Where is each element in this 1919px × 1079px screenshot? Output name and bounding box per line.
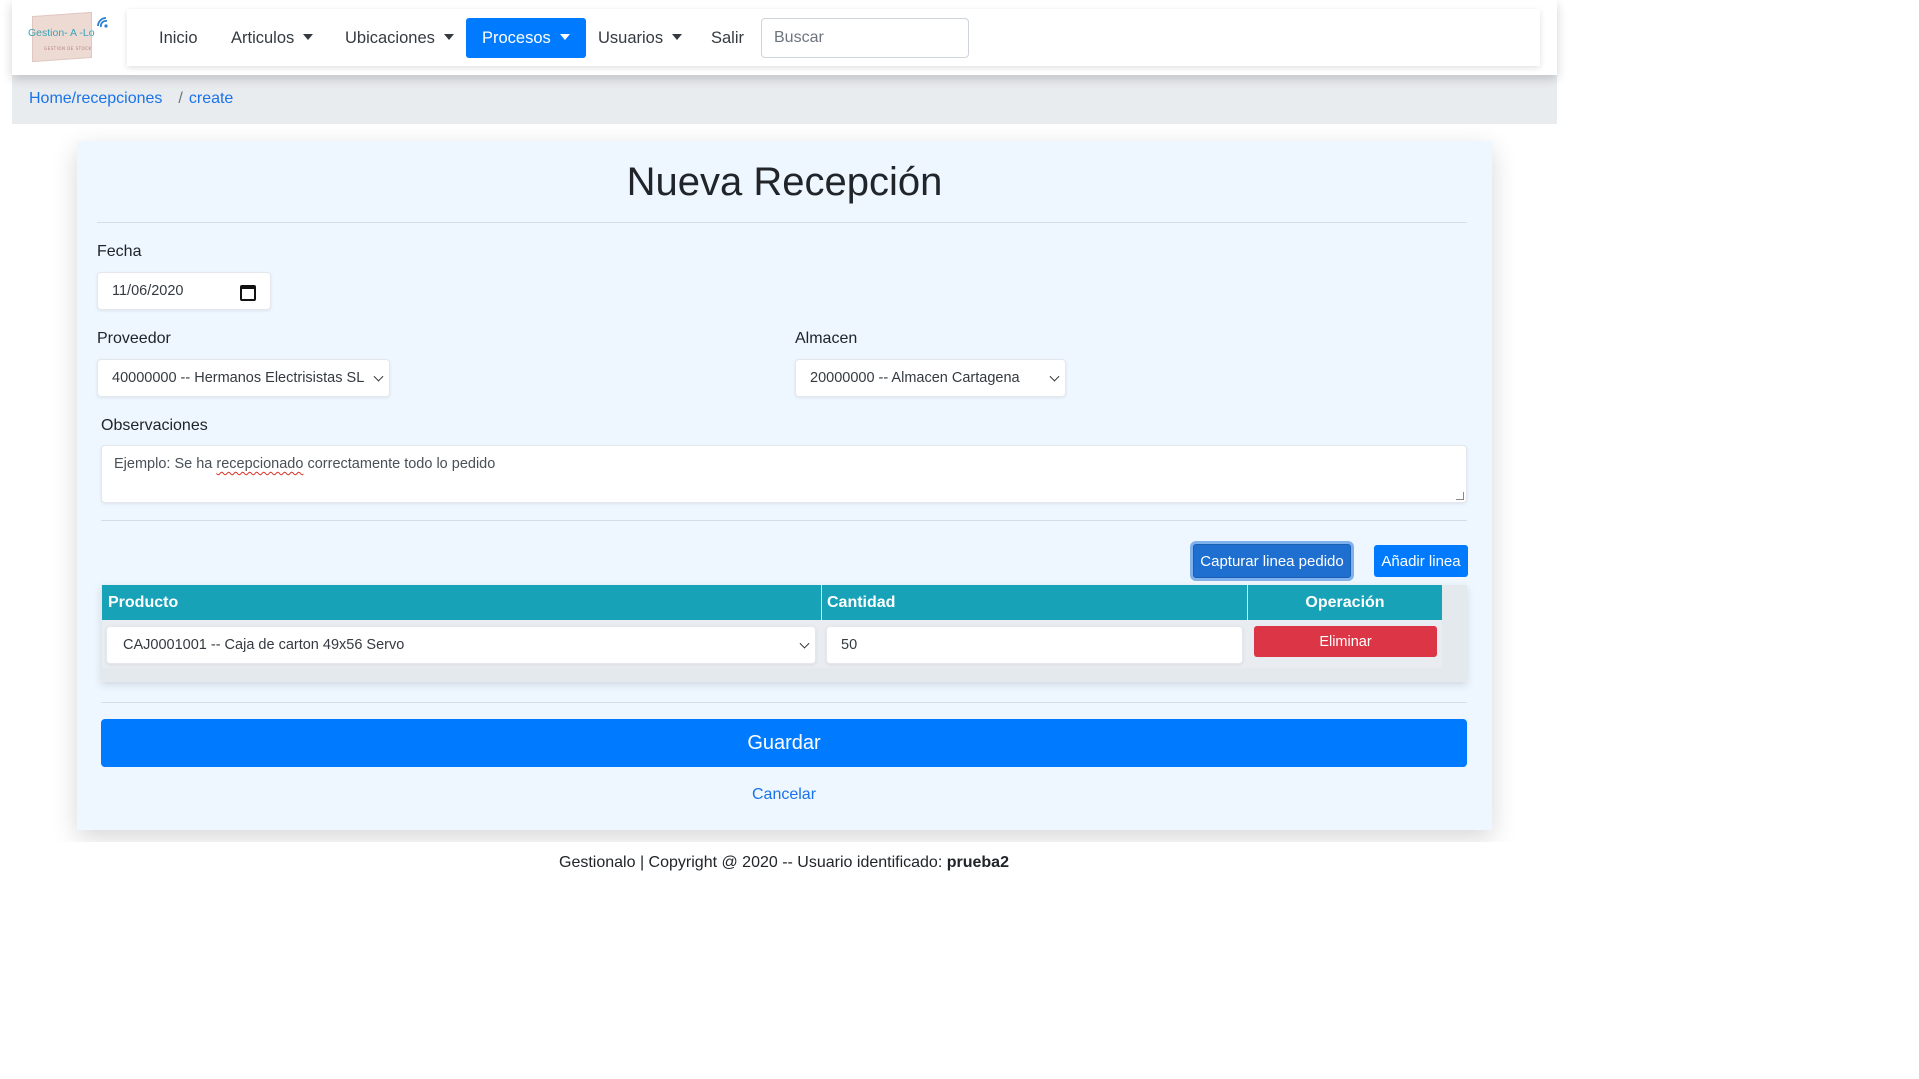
breadcrumb-home-link[interactable]: Home/recepciones <box>29 90 162 107</box>
delete-line-button[interactable]: Eliminar <box>1254 626 1437 657</box>
cancel-link[interactable]: Cancelar <box>0 786 1568 804</box>
nav-item-articulos[interactable]: Articulos <box>231 18 314 58</box>
fecha-label: Fecha <box>97 243 142 260</box>
add-line-button[interactable]: Añadir linea <box>1374 545 1468 577</box>
nav-item-procesos[interactable]: Procesos <box>466 18 586 58</box>
observaciones-text-post: correctamente todo lo pedido <box>303 456 496 472</box>
nav-item-salir[interactable]: Salir <box>711 18 744 58</box>
logo-text: Gestion- A -Lo <box>28 27 95 39</box>
caret-down-icon <box>672 34 683 40</box>
proveedor-label: Proveedor <box>97 330 171 347</box>
producto-select[interactable]: CAJ0001001 -- Caja de carton 49x56 Servo <box>106 626 816 664</box>
nav-label: Inicio <box>159 29 198 47</box>
wifi-icon <box>97 17 108 28</box>
brand-logo[interactable]: Gestion- A -Lo GESTION DE STOCK <box>26 10 114 64</box>
producto-value: CAJ0001001 -- Caja de carton 49x56 Servo <box>123 637 405 653</box>
resize-grip-icon[interactable] <box>1456 492 1464 500</box>
logo-subtext: GESTION DE STOCK <box>44 46 92 51</box>
chevron-down-icon <box>1049 371 1060 382</box>
nav-label: Salir <box>711 29 745 47</box>
title-divider <box>97 222 1467 223</box>
observaciones-text-pre: Ejemplo: Se ha <box>114 456 217 472</box>
caret-down-icon <box>559 34 570 40</box>
section-divider <box>101 520 1467 521</box>
calendar-icon[interactable] <box>240 285 256 301</box>
breadcrumb: Home/recepciones / create <box>29 90 233 108</box>
caret-down-icon <box>443 34 454 40</box>
footer-user: prueba2 <box>946 854 1009 871</box>
table-header-producto: Producto <box>102 585 821 620</box>
footer-text: Gestionalo | Copyright @ 2020 -- Usuario… <box>559 854 947 871</box>
breadcrumb-current-link[interactable]: create <box>189 90 233 107</box>
proveedor-value: 40000000 -- Hermanos Electrisistas SL <box>112 370 365 386</box>
nav-item-usuarios[interactable]: Usuarios <box>598 18 683 58</box>
page-title: Nueva Recepción <box>626 160 943 204</box>
actions-divider <box>101 702 1467 703</box>
observaciones-text-misspelled: recepcionado <box>216 456 304 472</box>
chevron-down-icon <box>799 638 810 649</box>
fecha-date-input[interactable]: 11/06/2020 <box>97 272 271 310</box>
proveedor-select[interactable]: 40000000 -- Hermanos Electrisistas SL <box>97 359 390 397</box>
table-header-cantidad: Cantidad <box>822 585 1247 620</box>
almacen-label: Almacen <box>795 330 858 347</box>
table-header-operacion: Operación <box>1248 585 1442 620</box>
cantidad-input[interactable]: 50 <box>826 626 1243 664</box>
cantidad-value: 50 <box>841 637 858 653</box>
nav-item-ubicaciones[interactable]: Ubicaciones <box>345 18 454 58</box>
observaciones-label: Observaciones <box>101 417 208 434</box>
nav-label: Ubicaciones <box>345 29 435 47</box>
observaciones-textarea[interactable]: Ejemplo: Se ha recepcionado correctament… <box>101 445 1467 503</box>
nav-label: Usuarios <box>598 29 664 47</box>
nav-label: Procesos <box>482 29 551 47</box>
nav-item-inicio[interactable]: Inicio <box>159 18 198 58</box>
almacen-select[interactable]: 20000000 -- Almacen Cartagena <box>795 359 1066 397</box>
nav-label: Articulos <box>231 29 295 47</box>
almacen-value: 20000000 -- Almacen Cartagena <box>810 370 1020 386</box>
search-input[interactable] <box>761 18 969 58</box>
capture-order-line-button[interactable]: Capturar linea pedido <box>1193 544 1351 578</box>
breadcrumb-separator: / <box>178 90 183 107</box>
chevron-down-icon <box>373 371 384 382</box>
fecha-value: 11/06/2020 <box>112 283 184 299</box>
caret-down-icon <box>303 34 314 40</box>
save-button[interactable]: Guardar <box>101 719 1467 767</box>
footer: Gestionalo | Copyright @ 2020 -- Usuario… <box>0 842 1568 882</box>
